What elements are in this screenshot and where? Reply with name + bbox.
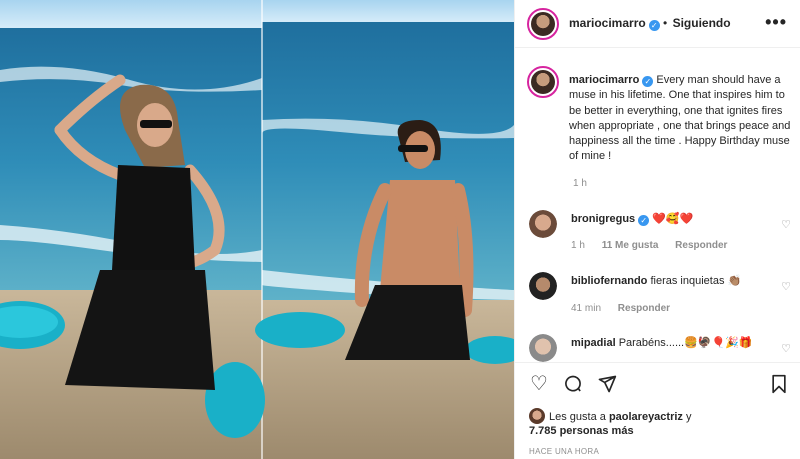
reply-button[interactable]: Responder xyxy=(618,303,670,314)
likes-prefix: Les gusta a xyxy=(549,411,609,423)
comment-like-heart-icon[interactable]: ♡ xyxy=(781,218,791,231)
comment-icon[interactable] xyxy=(561,372,585,396)
likes-count[interactable]: 7.785 personas más xyxy=(529,425,634,437)
comment-text-line: bronigregus ✓ ❤️🥰❤️ xyxy=(571,212,693,226)
comment-text-line: mipadial Parabéns......🍔🦃🎈🎉🎁 xyxy=(571,336,753,349)
posted-time[interactable]: HACE UNA HORA xyxy=(529,447,599,456)
post-photo[interactable] xyxy=(0,0,514,459)
comment-meta: 1 h 11 Me gusta Responder xyxy=(571,240,741,251)
comment-text-line: bibliofernando fieras inquietas 👏🏽 xyxy=(571,274,741,287)
verified-icon: ✓ xyxy=(648,20,660,31)
likes-suffix: y xyxy=(682,411,692,423)
verified-icon: ✓ xyxy=(642,76,654,87)
share-icon[interactable] xyxy=(595,372,619,396)
comment-text: fieras inquietas 👏🏽 xyxy=(650,275,742,287)
liker-avatar[interactable] xyxy=(529,408,545,424)
verified-icon: ✓ xyxy=(638,215,650,226)
comment-text: ❤️🥰❤️ xyxy=(652,213,694,225)
post-actions-bar: ♡ xyxy=(515,362,800,402)
commenter-avatar[interactable] xyxy=(529,210,557,238)
bookmark-icon[interactable] xyxy=(767,372,791,396)
header-line: mariocimarro ✓ • Siguiendo xyxy=(569,16,731,31)
likes-summary: Les gusta a paolareyactriz y 7.785 perso… xyxy=(529,408,691,438)
dot-separator: • xyxy=(663,16,671,30)
commenter-avatar[interactable] xyxy=(529,272,557,300)
caption-username[interactable]: mariocimarro xyxy=(569,74,639,86)
more-options-icon[interactable]: ••• xyxy=(765,12,787,33)
comment-like-heart-icon[interactable]: ♡ xyxy=(781,280,791,293)
comment-time[interactable]: 1 h xyxy=(571,240,585,251)
comment-username[interactable]: bronigregus xyxy=(571,213,635,225)
liker-username[interactable]: paolareyactriz xyxy=(609,411,683,423)
comment-username[interactable]: mipadial xyxy=(571,337,616,349)
author-avatar[interactable] xyxy=(527,8,559,40)
comment-meta: 41 min Responder xyxy=(571,303,684,314)
comment-like-heart-icon[interactable]: ♡ xyxy=(781,342,791,355)
caption-author-avatar[interactable] xyxy=(527,66,559,98)
post-side-panel: mariocimarro ✓ • Siguiendo ••• mariocimar… xyxy=(514,0,800,459)
caption-text: Every man should have a muse in his life… xyxy=(569,74,791,163)
beach-collage-image xyxy=(0,0,514,459)
commenter-avatar[interactable] xyxy=(529,334,557,362)
reply-button[interactable]: Responder xyxy=(675,240,727,251)
post-caption: mariocimarro ✓ Every man should have a mu… xyxy=(569,73,795,165)
caption-time[interactable]: 1 h xyxy=(573,178,587,189)
heart-icon[interactable]: ♡ xyxy=(527,372,551,396)
comment-username[interactable]: bibliofernando xyxy=(571,275,647,287)
comment-time[interactable]: 41 min xyxy=(571,303,601,314)
following-button[interactable]: Siguiendo xyxy=(673,16,731,30)
post-header: mariocimarro ✓ • Siguiendo ••• xyxy=(515,0,800,48)
author-username[interactable]: mariocimarro xyxy=(569,16,646,30)
comment-text: Parabéns......🍔🦃🎈🎉🎁 xyxy=(618,337,753,349)
comment-likes[interactable]: 11 Me gusta xyxy=(602,240,659,251)
